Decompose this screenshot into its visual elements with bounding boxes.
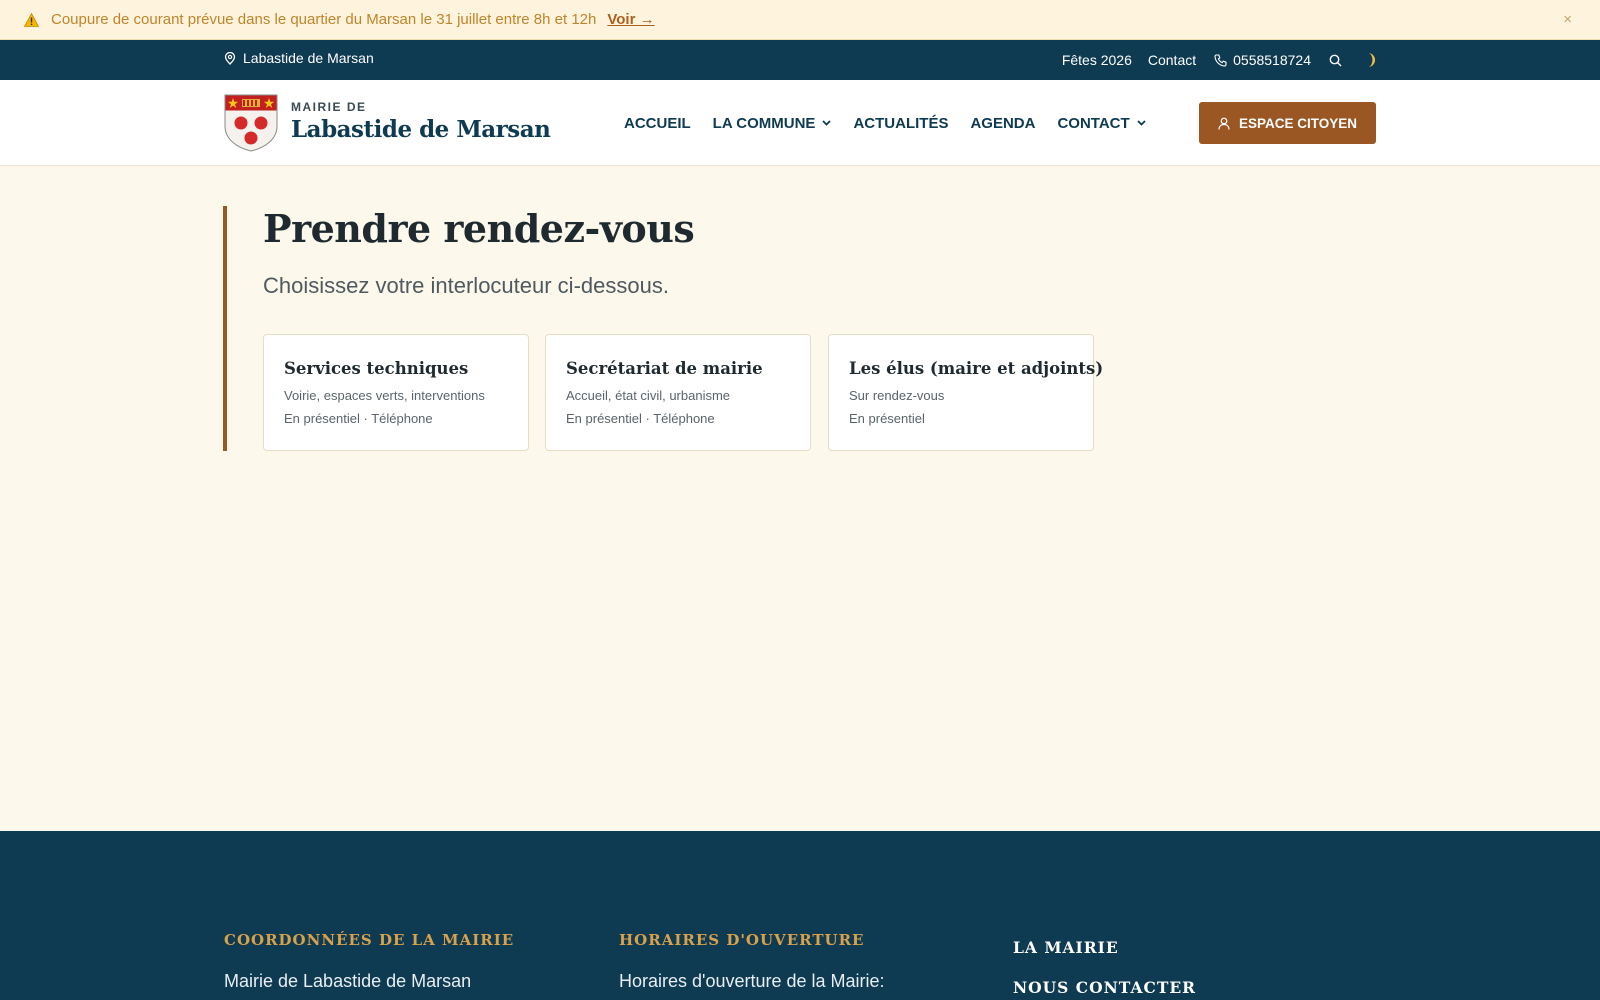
chevron-down-icon: [1137, 118, 1146, 129]
alert-banner: Coupure de courant prévue dans le quarti…: [0, 0, 1600, 40]
nav-label: LA COMMUNE: [712, 114, 816, 132]
cta-label: ESPACE CITOYEN: [1238, 115, 1358, 131]
nav-item-contact[interactable]: CONTACT: [1057, 114, 1146, 132]
main-nav: ACCUEIL LA COMMUNE ACTUALITÉS AGENDA CON…: [624, 80, 1168, 166]
card-modes: En présentiel: [849, 411, 925, 426]
footer-coordonnees-title: COORDONNÉES DE LA MAIRIE: [224, 931, 515, 949]
chevron-down-icon: [822, 118, 832, 129]
contact-link[interactable]: Contact: [1148, 52, 1196, 68]
phone-link[interactable]: 0558518724: [1214, 52, 1311, 68]
search-icon[interactable]: [1329, 54, 1342, 67]
footer-link-nous-contacter[interactable]: NOUS CONTACTER: [1013, 978, 1196, 997]
page-title: Prendre rendez-vous: [263, 206, 695, 251]
site-footer: COORDONNÉES DE LA MAIRIE Mairie de Labas…: [0, 831, 1600, 1000]
nav-item-actualites[interactable]: ACTUALITÉS: [853, 115, 948, 132]
phone-icon: [1214, 53, 1227, 67]
card-title: Secrétariat de mairie: [566, 359, 763, 378]
page-subtitle: Choisissez votre interlocuteur ci-dessou…: [263, 273, 669, 298]
alert-view-link[interactable]: Voir →: [607, 11, 654, 28]
card-modes: En présentiel · Téléphone: [566, 411, 715, 426]
location: Labastide de Marsan: [224, 50, 374, 66]
appointment-card-services-techniques[interactable]: Services techniques Voirie, espaces vert…: [263, 334, 529, 451]
nav-label: AGENDA: [970, 114, 1036, 132]
phone-number: 0558518724: [1233, 52, 1311, 68]
footer-horaires-title: HORAIRES D'OUVERTURE: [619, 931, 865, 949]
card-title: Les élus (maire et adjoints): [849, 359, 1104, 378]
coat-of-arms-logo[interactable]: [224, 94, 278, 152]
alert-text: Coupure de courant prévue dans le quarti…: [51, 11, 597, 28]
site-header: MAIRIE DE Labastide de Marsan ACCUEIL LA…: [0, 80, 1600, 166]
nav-item-agenda[interactable]: AGENDA: [970, 115, 1035, 132]
footer-coordonnees-text: Mairie de Labastide de Marsan: [224, 971, 472, 991]
nav-label: CONTACT: [1057, 114, 1130, 132]
section-accent-bar: [223, 206, 227, 451]
card-description: Sur rendez-vous: [849, 388, 945, 403]
nav-label: ACTUALITÉS: [853, 114, 949, 132]
footer-horaires-text: Horaires d'ouverture de la Mairie:: [619, 971, 885, 991]
user-icon: [1218, 117, 1230, 130]
nav-item-la-commune[interactable]: LA COMMUNE: [713, 115, 832, 132]
warning-icon: [23, 12, 39, 28]
card-modes: En présentiel · Téléphone: [284, 411, 433, 426]
espace-citoyen-button[interactable]: ESPACE CITOYEN: [1199, 102, 1376, 144]
brand-prefix: MAIRIE DE: [291, 100, 367, 114]
card-title: Services techniques: [284, 359, 469, 378]
nav-item-accueil[interactable]: ACCUEIL: [624, 115, 691, 132]
theme-toggle-icon[interactable]: [1360, 52, 1376, 68]
close-icon[interactable]: ×: [1563, 11, 1572, 28]
appointment-card-secretariat[interactable]: Secrétariat de mairie Accueil, état civi…: [545, 334, 811, 451]
map-pin-icon: [224, 51, 236, 65]
footer-link-la-mairie[interactable]: LA MAIRIE: [1013, 938, 1119, 957]
fetes-2026-link[interactable]: Fêtes 2026: [1062, 52, 1132, 68]
appointment-card-elus[interactable]: Les élus (maire et adjoints) Sur rendez-…: [828, 334, 1104, 451]
card-description: Accueil, état civil, urbanisme: [566, 388, 731, 403]
top-bar: Labastide de Marsan Fêtes 2026 Contact 0…: [0, 40, 1600, 80]
card-description: Voirie, espaces verts, interventions: [284, 388, 485, 403]
location-label: Labastide de Marsan: [243, 50, 374, 66]
brand-name[interactable]: Labastide de Marsan: [291, 116, 551, 143]
nav-label: ACCUEIL: [624, 114, 691, 132]
